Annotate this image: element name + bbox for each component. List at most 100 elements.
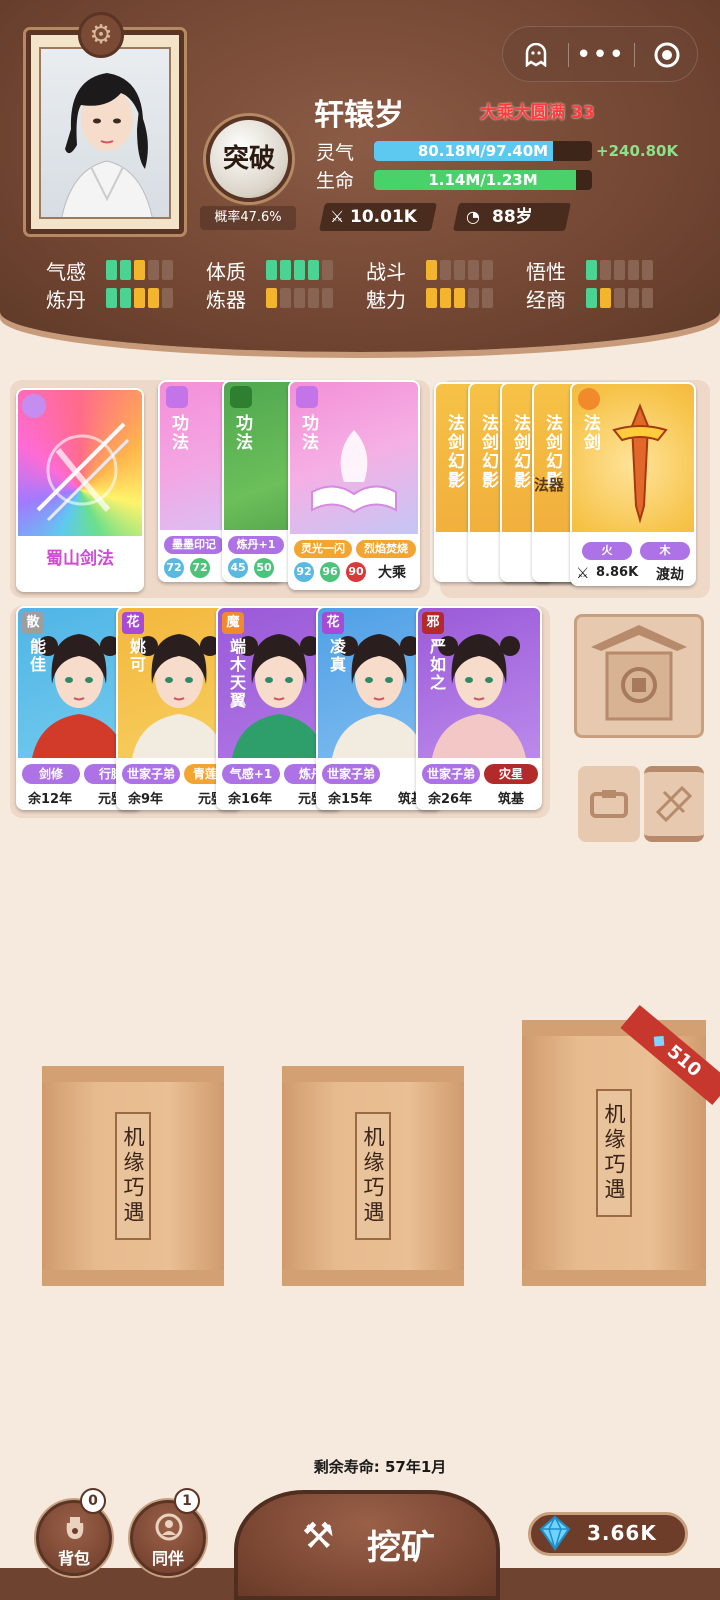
box-icon[interactable] <box>578 766 640 842</box>
attribute-level-segment <box>426 288 437 308</box>
companion-name: 能佳 <box>27 638 46 674</box>
technique-tag: 墨墨印记 <box>164 536 224 554</box>
attribute-level-bars <box>266 288 333 308</box>
attribute-level-segment <box>440 288 451 308</box>
artifact-element: 火 <box>582 542 632 560</box>
attribute-level-segment <box>134 288 145 308</box>
qi-value: 80.18M/97.40M <box>417 142 549 160</box>
power-pill: ⚔ 10.01K <box>319 203 437 231</box>
pack-seal-top <box>282 1066 464 1082</box>
sword-power-icon: ⚔ <box>330 207 345 226</box>
remaining-lifespan: 剩余寿命: 57年1月 <box>313 1458 447 1476</box>
companion-tag: 世家子弟 <box>322 764 380 784</box>
record-icon[interactable] <box>634 27 699 83</box>
hp-value: 1.14M/1.23M <box>428 171 538 189</box>
technique-type: 功法 <box>168 414 188 452</box>
technique-card-3[interactable]: 功法 灵光一闪 烈焰焚烧 92 96 90 大乘 <box>288 380 420 590</box>
ghost-icon[interactable] <box>503 27 568 83</box>
companion-name: 严如之 <box>427 638 446 692</box>
gem-balance[interactable]: 3.66K <box>528 1512 688 1556</box>
companion-sect-badge: 魔 <box>222 612 244 634</box>
attribute-level-segment <box>628 260 639 280</box>
technique-stat: 96 <box>320 562 340 582</box>
attribute-level-segment <box>162 260 173 280</box>
qi-bar: 80.18M/97.40M <box>374 141 592 161</box>
attribute-level-segment <box>294 260 305 280</box>
companion-name: 端木天翼 <box>227 638 246 710</box>
fortune-pack[interactable]: 机缘巧遇 <box>42 1066 224 1286</box>
companion-tag-2: 灾星 <box>484 764 538 784</box>
more-icon[interactable]: ••• <box>568 27 633 83</box>
attribute-label: 经商 <box>526 288 566 312</box>
character-name: 轩辕岁 <box>314 98 404 133</box>
technique-tag-2: 烈焰焚烧 <box>356 540 416 558</box>
technique-stat: 92 <box>294 562 314 582</box>
attribute-level-segment <box>106 288 117 308</box>
artifact-type: 法剑幻影 <box>510 414 530 490</box>
book-icon <box>230 386 252 408</box>
attribute-level-segment <box>614 260 625 280</box>
companion-sect-badge: 散 <box>22 612 44 634</box>
fortune-pack[interactable]: 机缘巧遇 ◆ 510 <box>522 1004 720 1286</box>
bag-icon <box>59 1511 91 1543</box>
gear-icon[interactable]: ⚙ <box>78 12 124 58</box>
book-art <box>311 430 397 514</box>
mine-button[interactable]: ⚒ 挖矿 <box>234 1490 500 1600</box>
miniapp-capsule: ••• <box>502 26 698 82</box>
attribute-level-segment <box>148 260 159 280</box>
attribute-level-segment <box>426 260 437 280</box>
attribute-level-segment <box>440 260 451 280</box>
attribute-level-segment <box>600 260 611 280</box>
qi-rate: +240.80K <box>596 142 679 160</box>
hp-bar: 1.14M/1.23M <box>374 170 592 190</box>
attribute-level-segment <box>586 288 597 308</box>
pack-label: 机缘巧遇 <box>596 1089 632 1217</box>
attribute-level-segment <box>322 288 333 308</box>
companion-stage: 筑基 <box>498 792 525 807</box>
companion-sect-badge: 花 <box>122 612 144 634</box>
sword-skill-card[interactable]: 蜀山剑法 <box>16 388 144 592</box>
attribute-level-segment <box>642 288 653 308</box>
power-value: 10.01K <box>350 207 418 227</box>
companion-name: 姚可 <box>127 638 146 674</box>
gem-icon <box>535 1513 575 1553</box>
companion-tag: 世家子弟 <box>122 764 180 784</box>
attribute-level-segment <box>322 260 333 280</box>
pack-label: 机缘巧遇 <box>115 1112 151 1240</box>
fortune-pack[interactable]: 机缘巧遇 <box>282 1066 464 1286</box>
breakthrough-button[interactable]: 突破 <box>206 116 292 202</box>
pack-seal-top <box>522 1020 706 1036</box>
pack-seal-top <box>42 1066 224 1082</box>
attribute-label: 悟性 <box>526 260 566 284</box>
partner-icon <box>153 1511 185 1543</box>
technique-stat: 45 <box>228 558 248 578</box>
technique-stat: 72 <box>190 558 210 578</box>
pack-price: 510 <box>662 1040 706 1082</box>
companion-sect-badge: 邪 <box>422 612 444 634</box>
shrine-icon[interactable] <box>574 614 704 738</box>
attribute-level-segment <box>308 260 319 280</box>
technique-stat: 72 <box>164 558 184 578</box>
pack-seal-bottom <box>42 1270 224 1286</box>
attribute-level-segment <box>162 288 173 308</box>
book-icon <box>296 386 318 408</box>
pack-seal-bottom <box>522 1270 706 1286</box>
companion-lifespan: 余12年 <box>28 792 73 807</box>
partner-label: 同伴 <box>151 1549 184 1568</box>
sword-type-icon <box>578 388 600 410</box>
artifact-card-main[interactable]: 法剑 火 木 ⚔ 8.86K 渡劫 <box>570 382 696 586</box>
attribute-level-segment <box>468 260 479 280</box>
companion-tag: 气感+1 <box>222 764 280 784</box>
attribute-level-segment <box>134 260 145 280</box>
attribute-level-segment <box>454 288 465 308</box>
character-portrait <box>39 47 171 219</box>
attribute-level-segment <box>280 260 291 280</box>
pack-seal-bottom <box>282 1270 464 1286</box>
companion-sect-badge: 花 <box>322 612 344 634</box>
attribute-label: 炼丹 <box>46 288 86 312</box>
companion-card[interactable]: 邪严如之 世家子弟 灾星 余26年 筑基 <box>416 606 542 810</box>
attribute-level-segment <box>628 288 639 308</box>
attribute-level-segment <box>120 260 131 280</box>
scroll-icon[interactable] <box>644 766 704 842</box>
portrait-frame[interactable] <box>26 30 184 234</box>
